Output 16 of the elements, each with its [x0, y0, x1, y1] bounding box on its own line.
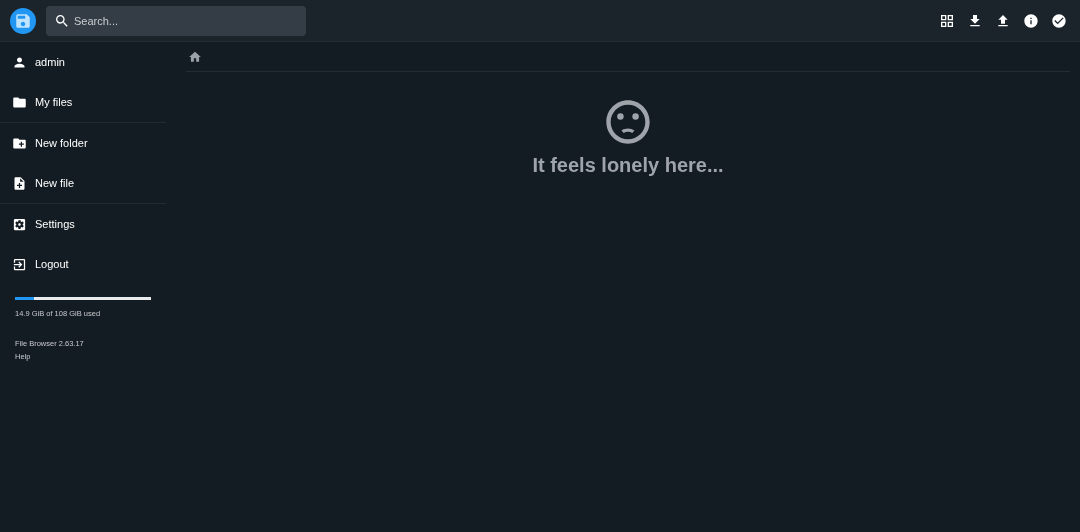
app-logo[interactable] [10, 7, 36, 34]
file-plus-icon [12, 175, 27, 191]
search-field[interactable]: Search... [46, 5, 306, 36]
sidebar-item[interactable]: New folder [0, 123, 166, 163]
sidebar-item[interactable]: My files [0, 82, 166, 122]
search-icon [54, 12, 70, 29]
sidebar-item[interactable]: Settings [0, 204, 166, 244]
home-icon[interactable] [188, 49, 202, 64]
sidebar-item[interactable]: Logout [0, 244, 166, 284]
settings-icon [12, 216, 27, 232]
sidebar-item[interactable]: New file [0, 163, 166, 203]
exit-icon [12, 256, 27, 272]
check-circle-icon[interactable] [1050, 11, 1068, 30]
info-icon[interactable] [1022, 11, 1040, 30]
sidebar-item[interactable]: admin [0, 42, 166, 82]
empty-message: It feels lonely here... [532, 153, 724, 178]
